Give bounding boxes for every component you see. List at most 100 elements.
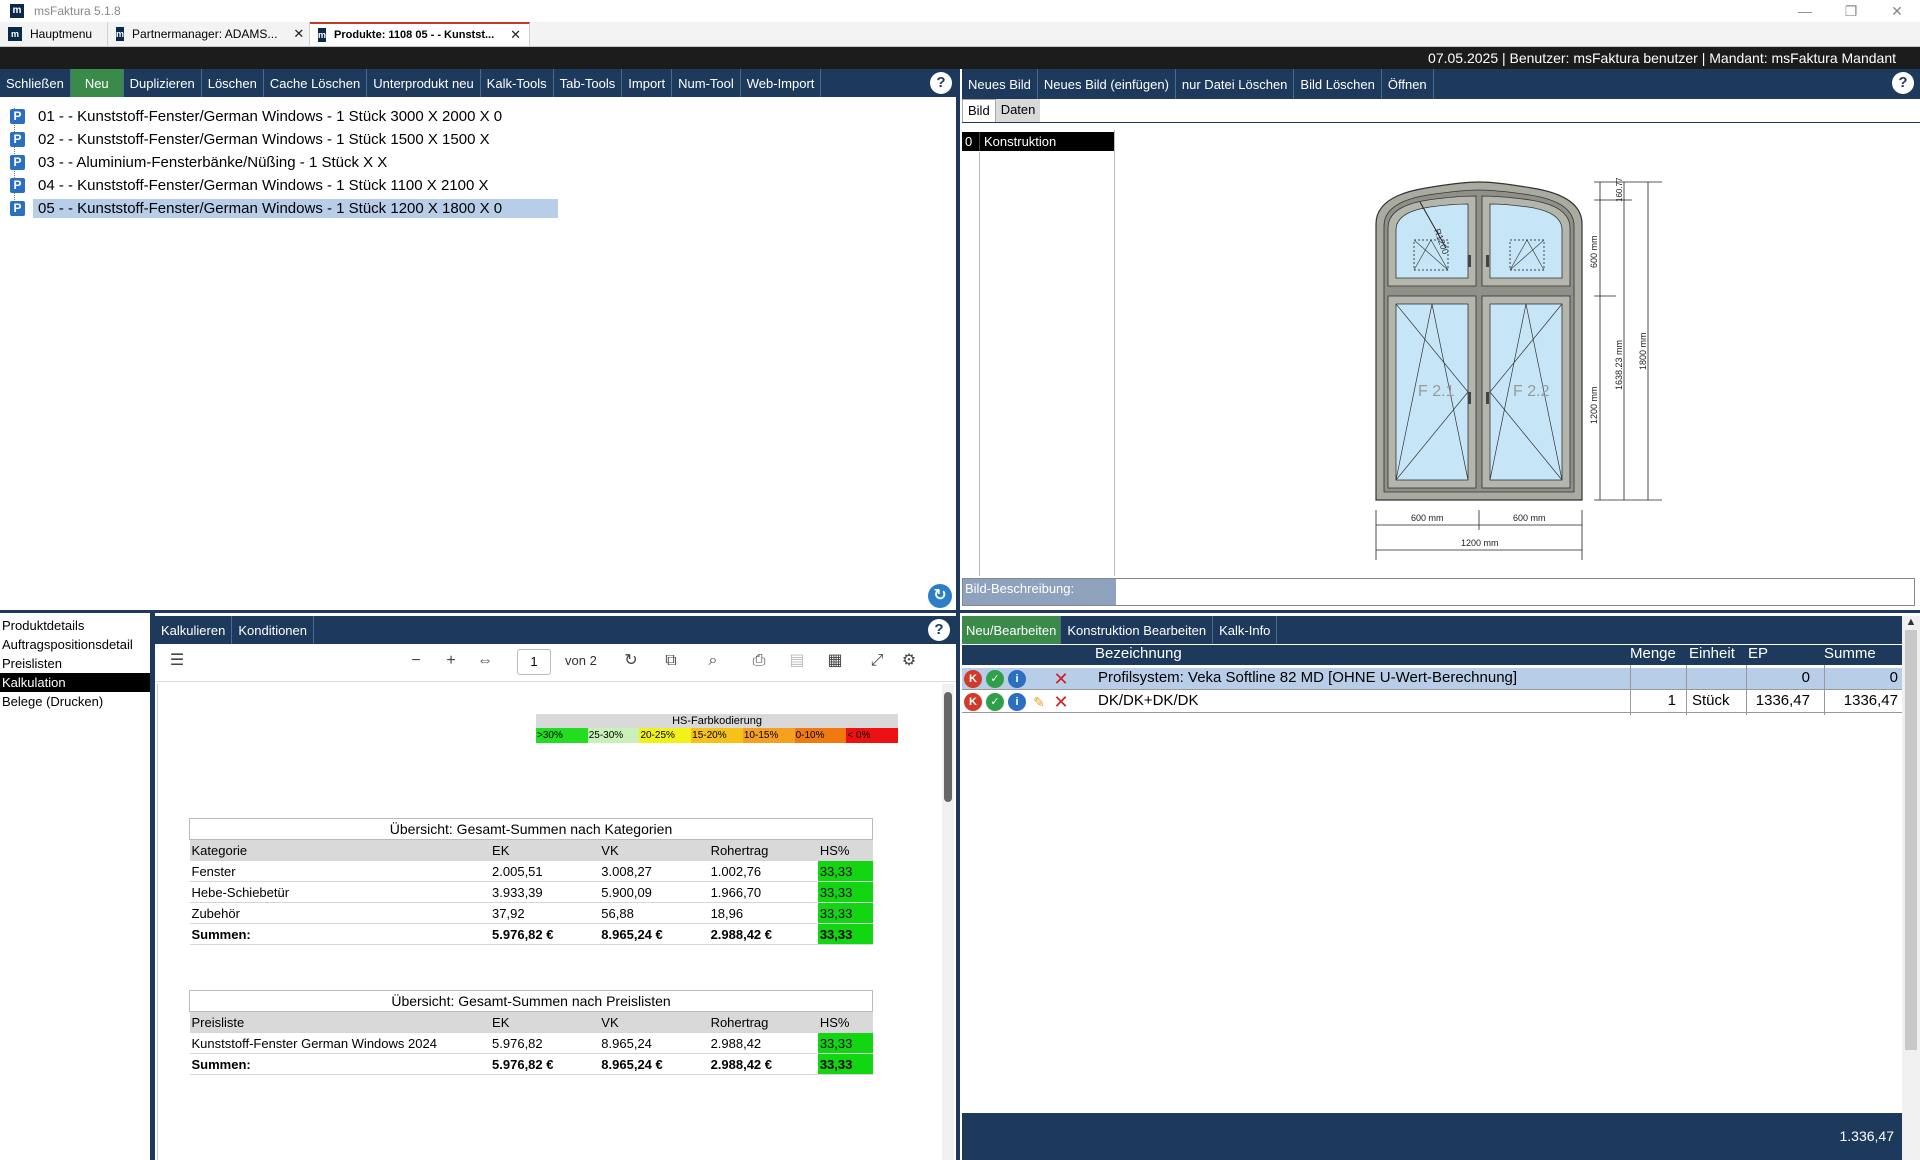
save-icon[interactable]: ▤ (785, 644, 809, 678)
close-tab-icon[interactable]: ✕ (510, 27, 521, 43)
tab-tools-button[interactable]: Tab-Tools (554, 69, 623, 97)
pdf-scrollbar[interactable] (942, 684, 954, 1160)
scrollbar-thumb[interactable] (1905, 630, 1917, 1050)
duplizieren-button[interactable]: Duplizieren (124, 69, 202, 97)
unterprodukt-neu-button[interactable]: Unterprodukt neu (367, 69, 481, 97)
image-toolbar: Neues Bild Neues Bild (einfügen) nur Dat… (962, 69, 1920, 99)
bild-beschreibung-input[interactable] (1116, 579, 1914, 605)
drawing-label: 1200 mm (1589, 386, 1599, 424)
help-icon[interactable]: ? (1892, 72, 1914, 94)
handle-icon (1468, 392, 1471, 404)
tab-partnermanager[interactable]: m Partnermanager: ADAMS... ✕ (108, 22, 310, 46)
tab-daten[interactable]: Daten (995, 99, 1041, 122)
grid-row-selected[interactable]: K ✓ i ✕ Profilsystem: Veka Softline 82 M… (962, 668, 1902, 690)
help-icon[interactable]: ? (930, 72, 952, 94)
tree-item[interactable]: P 04 - - Kunststoff-Fenster/German Window… (10, 174, 493, 196)
nav-belege[interactable]: Belege (Drucken) (0, 692, 150, 711)
tree-item[interactable]: P 01 - - Kunststoff-Fenster/German Window… (10, 105, 507, 127)
schliessen-button[interactable]: Schließen (0, 69, 71, 97)
page-number-input[interactable]: 1 (517, 649, 551, 675)
col-menge: Menge (1630, 645, 1676, 662)
settings-icon[interactable]: ⚙ (897, 644, 921, 678)
bild-loeschen-button[interactable]: Bild Löschen (1294, 69, 1382, 99)
edit-icon[interactable] (1030, 670, 1048, 688)
cell-summe: 1336,47 (1843, 692, 1898, 709)
cache-loeschen-button[interactable]: Cache Löschen (264, 69, 368, 97)
delete-icon[interactable]: ✕ (1052, 693, 1070, 711)
pane-divider[interactable] (0, 610, 1920, 613)
table-header-cell: VK (599, 839, 709, 861)
image-list-item[interactable]: 0 Konstruktion (962, 132, 1114, 151)
table-cell: 2.988,42 € (708, 923, 818, 945)
refresh-icon[interactable]: ↻ (928, 584, 952, 608)
grid-row[interactable]: K ✓ i ✎ ✕ DK/DK+DK/DK 1 Stück 1336,47 13… (962, 691, 1902, 713)
outline-icon[interactable]: ☰ (165, 644, 189, 678)
page-view-icon[interactable]: ⧉ (659, 644, 683, 678)
tree-item-selected[interactable]: P 05 - - Kunststoff-Fenster/German Window… (10, 197, 558, 219)
table-row: Hebe-Schiebetür 3.933,39 5.900,09 1.966,70 3… (189, 881, 873, 903)
close-window-icon[interactable]: ✕ (1874, 0, 1920, 22)
neu-button[interactable]: Neu (70, 69, 124, 97)
drawing-label: 600 mm (1411, 513, 1444, 523)
scrollbar-thumb[interactable] (944, 692, 952, 802)
tree-item[interactable]: P 02 - - Kunststoff-Fenster/German Window… (10, 128, 495, 150)
image-index: 0 (962, 132, 980, 151)
delete-icon[interactable]: ✕ (1052, 670, 1070, 688)
zoom-out-icon[interactable]: − (404, 644, 428, 678)
kalk-tools-button[interactable]: Kalk-Tools (481, 69, 554, 97)
minimize-icon[interactable]: — (1782, 0, 1828, 22)
status-bar: 07.05.2025 | Benutzer: msFaktura benutze… (0, 47, 1920, 69)
tree-item-label: 01 - - Kunststoff-Fenster/German Windows… (38, 107, 503, 125)
kalk-info-button[interactable]: Kalk-Info (1213, 616, 1278, 644)
loeschen-button[interactable]: Löschen (202, 69, 264, 97)
tab-label: Hauptmenu (30, 27, 93, 41)
fit-width-icon[interactable]: ⇔ (473, 644, 497, 678)
konstruktion-bearbeiten-button[interactable]: Konstruktion Bearbeiten (1061, 616, 1214, 644)
search-icon[interactable]: ⌕ (701, 644, 725, 678)
tab-bild[interactable]: Bild (962, 99, 996, 122)
nav-kalkulation[interactable]: Kalkulation (0, 673, 150, 692)
table-header-cell: EK (490, 839, 600, 861)
oeffnen-button[interactable]: Öffnen (1382, 69, 1434, 99)
table-cell: 8.965,24 € (599, 1053, 709, 1075)
tab-produkte[interactable]: m Produkte: 1108 05 - - Kunstst... ✕ (310, 22, 530, 46)
num-tool-button[interactable]: Num-Tool (672, 69, 741, 97)
table-header-cell: Rohertrag (708, 1011, 818, 1033)
neues-bild-button[interactable]: Neues Bild (962, 69, 1038, 99)
nav-produktdetails[interactable]: Produktdetails (0, 616, 150, 635)
info-icon[interactable]: i (1008, 693, 1026, 711)
tab-hauptmenu[interactable]: m Hauptmenu (0, 22, 108, 46)
column-separator (1630, 665, 1631, 715)
konditionen-button[interactable]: Konditionen (232, 616, 314, 644)
table-cell: Fenster (189, 860, 491, 882)
glass-top-right (1489, 203, 1563, 279)
save-as-icon[interactable]: ▦ (823, 644, 847, 678)
scroll-up-icon[interactable]: ▲ (1902, 616, 1920, 628)
help-icon[interactable]: ? (928, 619, 950, 641)
info-icon[interactable]: i (1008, 670, 1026, 688)
tree-item[interactable]: P 03 - - Aluminium-Fensterbänke/Nüßing - … (10, 151, 392, 173)
nav-auftragspositionsdetail[interactable]: Auftragspositionsdetail (0, 635, 150, 654)
zoom-in-icon[interactable]: + (439, 644, 463, 678)
nav-preislisten[interactable]: Preislisten (0, 654, 150, 673)
neues-bild-einfuegen-button[interactable]: Neues Bild (einfügen) (1038, 69, 1176, 99)
kalkulieren-button[interactable]: Kalkulieren (155, 616, 233, 644)
col-bezeichnung: Bezeichnung (1095, 645, 1182, 662)
k-icon[interactable]: K (964, 670, 982, 688)
check-icon[interactable]: ✓ (986, 670, 1004, 688)
print-icon[interactable]: ⎙ (747, 644, 771, 678)
edit-icon[interactable]: ✎ (1030, 693, 1048, 711)
import-button[interactable]: Import (622, 69, 673, 97)
check-icon[interactable]: ✓ (986, 693, 1004, 711)
web-import-button[interactable]: Web-Import (741, 69, 822, 97)
pane-divider[interactable] (956, 69, 960, 1160)
expand-icon[interactable]: ⤢ (865, 644, 889, 678)
maximize-icon[interactable]: ❐ (1828, 0, 1874, 22)
nur-datei-loeschen-button[interactable]: nur Datei Löschen (1176, 69, 1295, 99)
rotate-icon[interactable]: ↻ (619, 644, 643, 678)
grid-scrollbar[interactable]: ▲ (1902, 616, 1920, 1160)
k-icon[interactable]: K (964, 693, 982, 711)
neu-bearbeiten-button[interactable]: Neu/Bearbeiten (962, 616, 1062, 644)
table-cell: 8.965,24 (599, 1032, 709, 1054)
close-tab-icon[interactable]: ✕ (293, 26, 304, 42)
